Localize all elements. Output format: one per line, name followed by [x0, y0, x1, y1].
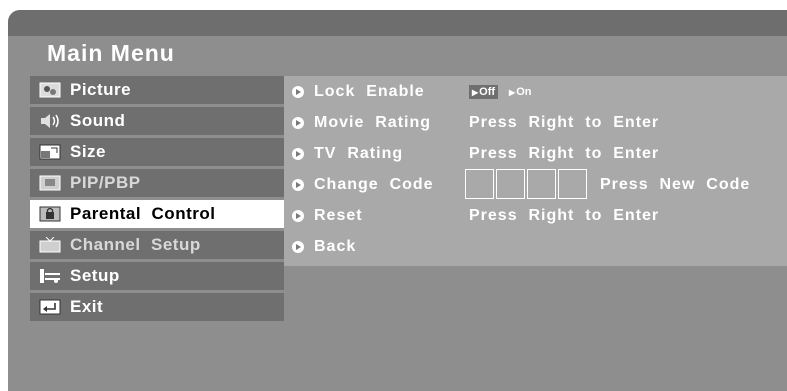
change-code-value: Press New Code	[600, 176, 751, 193]
pip-icon	[39, 175, 61, 191]
reset-row[interactable]: Reset Press Right to Enter	[284, 202, 659, 230]
bullet-icon	[292, 241, 304, 253]
movie-rating-row[interactable]: Movie Rating Press Right to Enter	[284, 109, 659, 137]
speaker-icon	[39, 113, 61, 129]
code-entry	[465, 169, 589, 199]
tv-rating-value: Press Right to Enter	[469, 145, 660, 162]
sidebar-item-picture[interactable]: Picture	[30, 76, 284, 104]
code-digit-1[interactable]	[465, 169, 494, 199]
bullet-icon	[292, 148, 304, 160]
arrow-right-icon: ▶	[509, 88, 516, 97]
option-off-label: Off	[479, 86, 496, 98]
lock-enable-label: Lock Enable	[314, 83, 425, 100]
lock-enable-row[interactable]: Lock Enable ▶Off ▶On	[284, 78, 534, 106]
sidebar-item-label: Picture	[70, 80, 132, 99]
sidebar-item-label: Parental Control	[70, 204, 216, 223]
sidebar-item-label: Channel Setup	[70, 235, 201, 254]
change-code-row[interactable]: Change Code Press New Code	[284, 169, 787, 199]
movie-rating-label: Movie Rating	[314, 114, 432, 131]
bullet-icon	[292, 210, 304, 222]
change-code-label: Change Code	[314, 176, 434, 193]
setup-icon	[39, 268, 61, 284]
reset-label: Reset	[314, 207, 363, 224]
sidebar-item-label: PIP/PBP	[70, 173, 141, 192]
sidebar: Picture Sound Size PIP/PBP Parental Cont…	[30, 76, 284, 324]
menu-title: Main Menu	[47, 40, 175, 66]
bullet-icon	[292, 117, 304, 129]
lock-enable-toggle: ▶Off ▶On	[469, 85, 534, 99]
option-off[interactable]: ▶Off	[469, 85, 499, 99]
code-digit-4[interactable]	[558, 169, 587, 199]
sidebar-item-parental-control[interactable]: Parental Control	[30, 200, 284, 228]
picture-icon	[39, 82, 61, 98]
option-on[interactable]: ▶On	[506, 85, 534, 99]
sidebar-item-label: Setup	[70, 266, 120, 285]
option-on-label: On	[516, 86, 532, 98]
sidebar-item-label: Size	[70, 142, 107, 161]
tv-rating-label: TV Rating	[314, 145, 404, 162]
sidebar-item-setup[interactable]: Setup	[30, 262, 284, 290]
resize-icon	[39, 144, 61, 160]
parental-control-panel: Lock Enable ▶Off ▶On Movie Rating Press …	[284, 76, 787, 266]
sidebar-item-channel-setup[interactable]: Channel Setup	[30, 231, 284, 259]
back-row[interactable]: Back	[284, 233, 469, 261]
code-digit-2[interactable]	[496, 169, 525, 199]
bullet-icon	[292, 86, 304, 98]
tv-rating-row[interactable]: TV Rating Press Right to Enter	[284, 140, 659, 168]
lock-icon	[39, 206, 61, 222]
tv-screen: Main Menu Picture Sound Size PIP/PBP Par…	[8, 10, 787, 391]
sidebar-item-sound[interactable]: Sound	[30, 107, 284, 135]
tv-icon	[39, 237, 61, 253]
top-band	[8, 10, 787, 36]
sidebar-item-pip-pbp[interactable]: PIP/PBP	[30, 169, 284, 197]
arrow-right-icon: ▶	[472, 88, 479, 97]
reset-value: Press Right to Enter	[469, 207, 660, 224]
sidebar-item-exit[interactable]: Exit	[30, 293, 284, 321]
sidebar-item-size[interactable]: Size	[30, 138, 284, 166]
movie-rating-value: Press Right to Enter	[469, 114, 660, 131]
back-label: Back	[314, 238, 357, 255]
bullet-icon	[292, 179, 304, 191]
sidebar-item-label: Sound	[70, 111, 126, 130]
code-digit-3[interactable]	[527, 169, 556, 199]
exit-icon	[39, 299, 61, 315]
sidebar-item-label: Exit	[70, 297, 104, 316]
